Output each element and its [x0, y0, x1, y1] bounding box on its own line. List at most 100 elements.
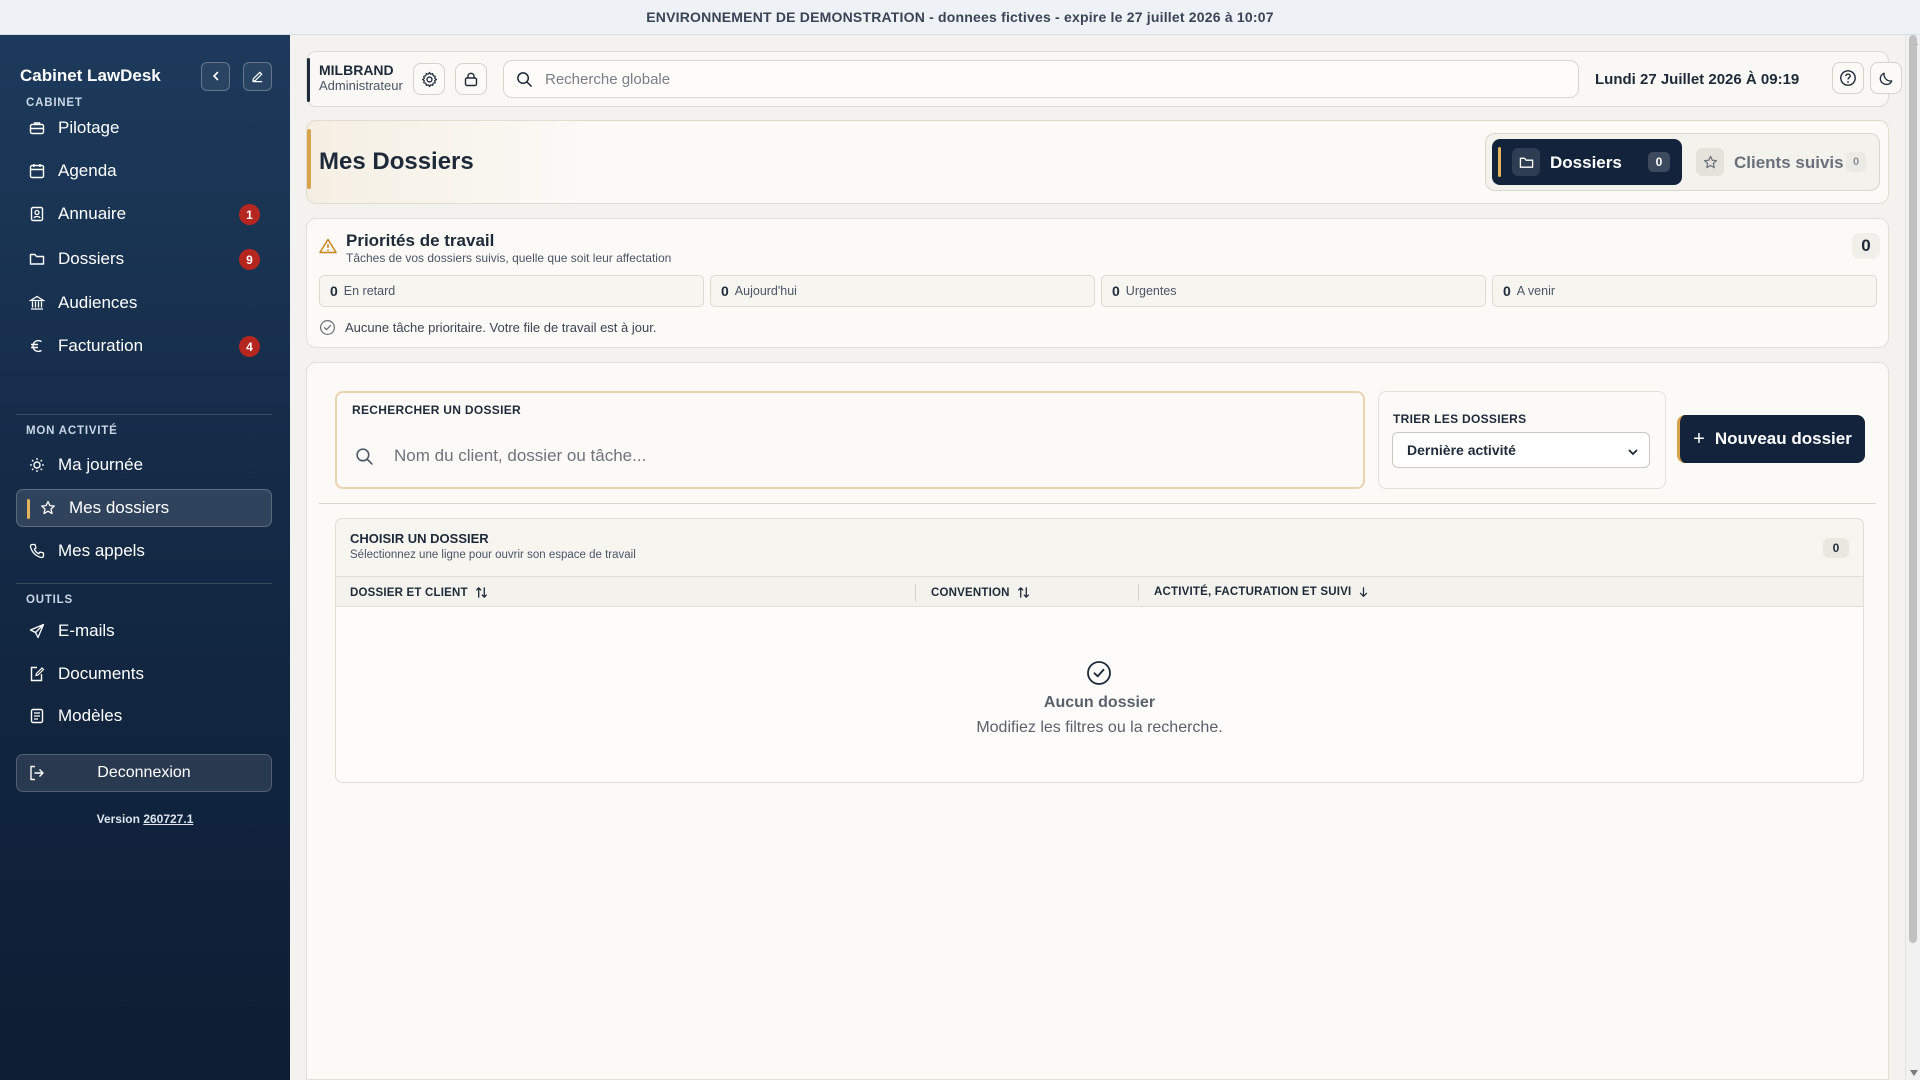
- stat-aujourdhui[interactable]: 0 Aujourd'hui: [710, 275, 1095, 307]
- section-label-activity: MON ACTIVITÉ: [26, 425, 118, 437]
- sidebar-item-dossiers[interactable]: Dossiers 9: [16, 240, 272, 278]
- sort-arrows-icon: [475, 586, 488, 599]
- help-icon: [1840, 70, 1856, 86]
- sidebar-item-facturation[interactable]: Facturation 4: [16, 327, 272, 365]
- arrow-down-icon: [1358, 586, 1369, 598]
- column-header-dossier[interactable]: DOSSIER ET CLIENT: [350, 586, 488, 599]
- sidebar-item-pilotage[interactable]: Pilotage: [16, 109, 272, 147]
- folder-icon: [1512, 148, 1540, 176]
- stat-label: Urgentes: [1125, 284, 1177, 298]
- priorities-empty-text: Aucune tâche prioritaire. Votre file de …: [345, 320, 657, 335]
- global-search-input[interactable]: [545, 70, 1545, 88]
- phone-icon: [28, 542, 46, 560]
- dossier-search-card: RECHERCHER UN DOSSIER: [335, 391, 1365, 489]
- scrollbar-thumb[interactable]: [1909, 35, 1917, 943]
- stat-value: 0: [1112, 283, 1120, 299]
- column-header-activite[interactable]: ACTIVITÉ, FACTURATION ET SUIVI: [1154, 586, 1369, 598]
- tab-clients-suivis[interactable]: Clients suivis 0: [1696, 139, 1874, 185]
- stat-label: A venir: [1516, 284, 1556, 298]
- sidebar-item-modeles[interactable]: Modèles: [16, 697, 272, 735]
- sort-card: TRIER LES DOSSIERS Dernière activité: [1378, 391, 1666, 489]
- briefcase-icon: [28, 119, 46, 137]
- dossiers-workspace: RECHERCHER UN DOSSIER TRIER LES DOSSIERS…: [306, 362, 1889, 1080]
- sidebar-item-label: Annuaire: [58, 204, 127, 223]
- tab-label: Clients suivis: [1734, 153, 1844, 172]
- sidebar-item-ma-journee[interactable]: Ma journée: [16, 446, 272, 484]
- sidebar-item-label: Audiences: [58, 293, 138, 312]
- column-separator: [915, 584, 916, 601]
- sidebar-item-label: Documents: [58, 664, 144, 683]
- sidebar-item-label: Pilotage: [58, 118, 120, 137]
- version-label: Version: [96, 812, 140, 826]
- theme-toggle-button[interactable]: [1870, 62, 1902, 94]
- edit-sidebar-button[interactable]: [243, 61, 272, 91]
- tab-count: 0: [1846, 152, 1866, 172]
- contact-book-icon: [28, 205, 46, 223]
- notification-badge: 4: [239, 336, 260, 357]
- collapse-sidebar-button[interactable]: [201, 61, 230, 91]
- dossier-search-label: RECHERCHER UN DOSSIER: [352, 403, 521, 417]
- sidebar-item-label: Facturation: [58, 336, 144, 355]
- page-scrollbar[interactable]: [1905, 35, 1920, 1080]
- sidebar-item-label: Mes appels: [58, 541, 145, 560]
- dossier-search-input[interactable]: [394, 446, 1294, 466]
- stat-label: Aujourd'hui: [734, 284, 797, 298]
- sidebar-item-annuaire[interactable]: Annuaire 1: [16, 195, 272, 233]
- stat-value: 0: [1503, 283, 1511, 299]
- sidebar-item-label: Agenda: [58, 161, 117, 180]
- page-title: Mes Dossiers: [319, 148, 474, 175]
- empty-state: Aucun dossier Modifiez les filtres ou la…: [336, 607, 1863, 782]
- workspace-divider: [319, 503, 1876, 504]
- column-label: CONVENTION: [931, 586, 1010, 599]
- gear-icon: [421, 71, 437, 87]
- priorities-subtitle: Tâches de vos dossiers suivis, quelle qu…: [346, 251, 672, 265]
- lock-button[interactable]: [455, 63, 487, 95]
- tab-label: Dossiers: [1550, 153, 1622, 172]
- sidebar-item-label: E-mails: [58, 621, 115, 640]
- stat-en-retard[interactable]: 0 En retard: [319, 275, 704, 307]
- user-role: Administrateur: [319, 78, 403, 93]
- scroll-down-arrow-icon[interactable]: [1910, 1070, 1918, 1076]
- page-header: Mes Dossiers Dossiers 0 Clients suivis 0: [306, 120, 1889, 204]
- moon-icon: [1879, 72, 1892, 85]
- dossier-search[interactable]: [337, 427, 1363, 485]
- new-dossier-button[interactable]: + Nouveau dossier: [1677, 415, 1865, 463]
- stat-a-venir[interactable]: 0 A venir: [1492, 275, 1877, 307]
- settings-button[interactable]: [413, 63, 445, 95]
- search-icon: [517, 71, 532, 87]
- logout-button[interactable]: Deconnexion: [16, 754, 272, 792]
- sidebar-item-agenda[interactable]: Agenda: [16, 152, 272, 190]
- empty-state-title: Aucun dossier: [1043, 694, 1156, 711]
- sort-select[interactable]: Dernière activité: [1392, 432, 1650, 468]
- stat-value: 0: [330, 283, 338, 299]
- star-icon: [39, 499, 57, 517]
- plus-icon: +: [1693, 427, 1705, 450]
- sidebar-item-emails[interactable]: E-mails: [16, 612, 272, 650]
- sidebar-item-documents[interactable]: Documents: [16, 655, 272, 693]
- stat-urgentes[interactable]: 0 Urgentes: [1101, 275, 1486, 307]
- check-circle-icon: [319, 319, 336, 336]
- chevron-down-icon: [1627, 445, 1639, 461]
- column-separator: [1138, 584, 1139, 601]
- sidebar-item-label: Modèles: [58, 706, 123, 725]
- new-dossier-label: Nouveau dossier: [1714, 429, 1852, 448]
- dossier-list: CHOISIR UN DOSSIER Sélectionnez une lign…: [335, 518, 1864, 783]
- star-icon: [1696, 148, 1724, 176]
- sun-icon: [28, 456, 46, 474]
- column-header-convention[interactable]: CONVENTION: [931, 586, 1030, 599]
- global-search[interactable]: [503, 60, 1579, 98]
- sort-selected-value: Dernière activité: [1407, 442, 1516, 458]
- warning-icon: [319, 238, 337, 259]
- work-priorities-panel: Priorités de travail Tâches de vos dossi…: [306, 218, 1889, 348]
- check-circle-icon: [1086, 660, 1112, 691]
- priorities-empty-message: Aucune tâche prioritaire. Votre file de …: [319, 319, 656, 336]
- logout-label: Deconnexion: [97, 764, 191, 781]
- tab-dossiers[interactable]: Dossiers 0: [1492, 139, 1682, 185]
- sidebar-item-audiences[interactable]: Audiences: [16, 284, 272, 322]
- list-title: CHOISIR UN DOSSIER: [350, 531, 489, 546]
- priorities-title: Priorités de travail: [346, 231, 495, 250]
- sidebar-item-mes-dossiers[interactable]: Mes dossiers: [16, 489, 272, 527]
- sidebar-item-mes-appels[interactable]: Mes appels: [16, 532, 272, 570]
- help-button[interactable]: [1832, 62, 1864, 94]
- version-link[interactable]: 260727.1: [143, 812, 193, 826]
